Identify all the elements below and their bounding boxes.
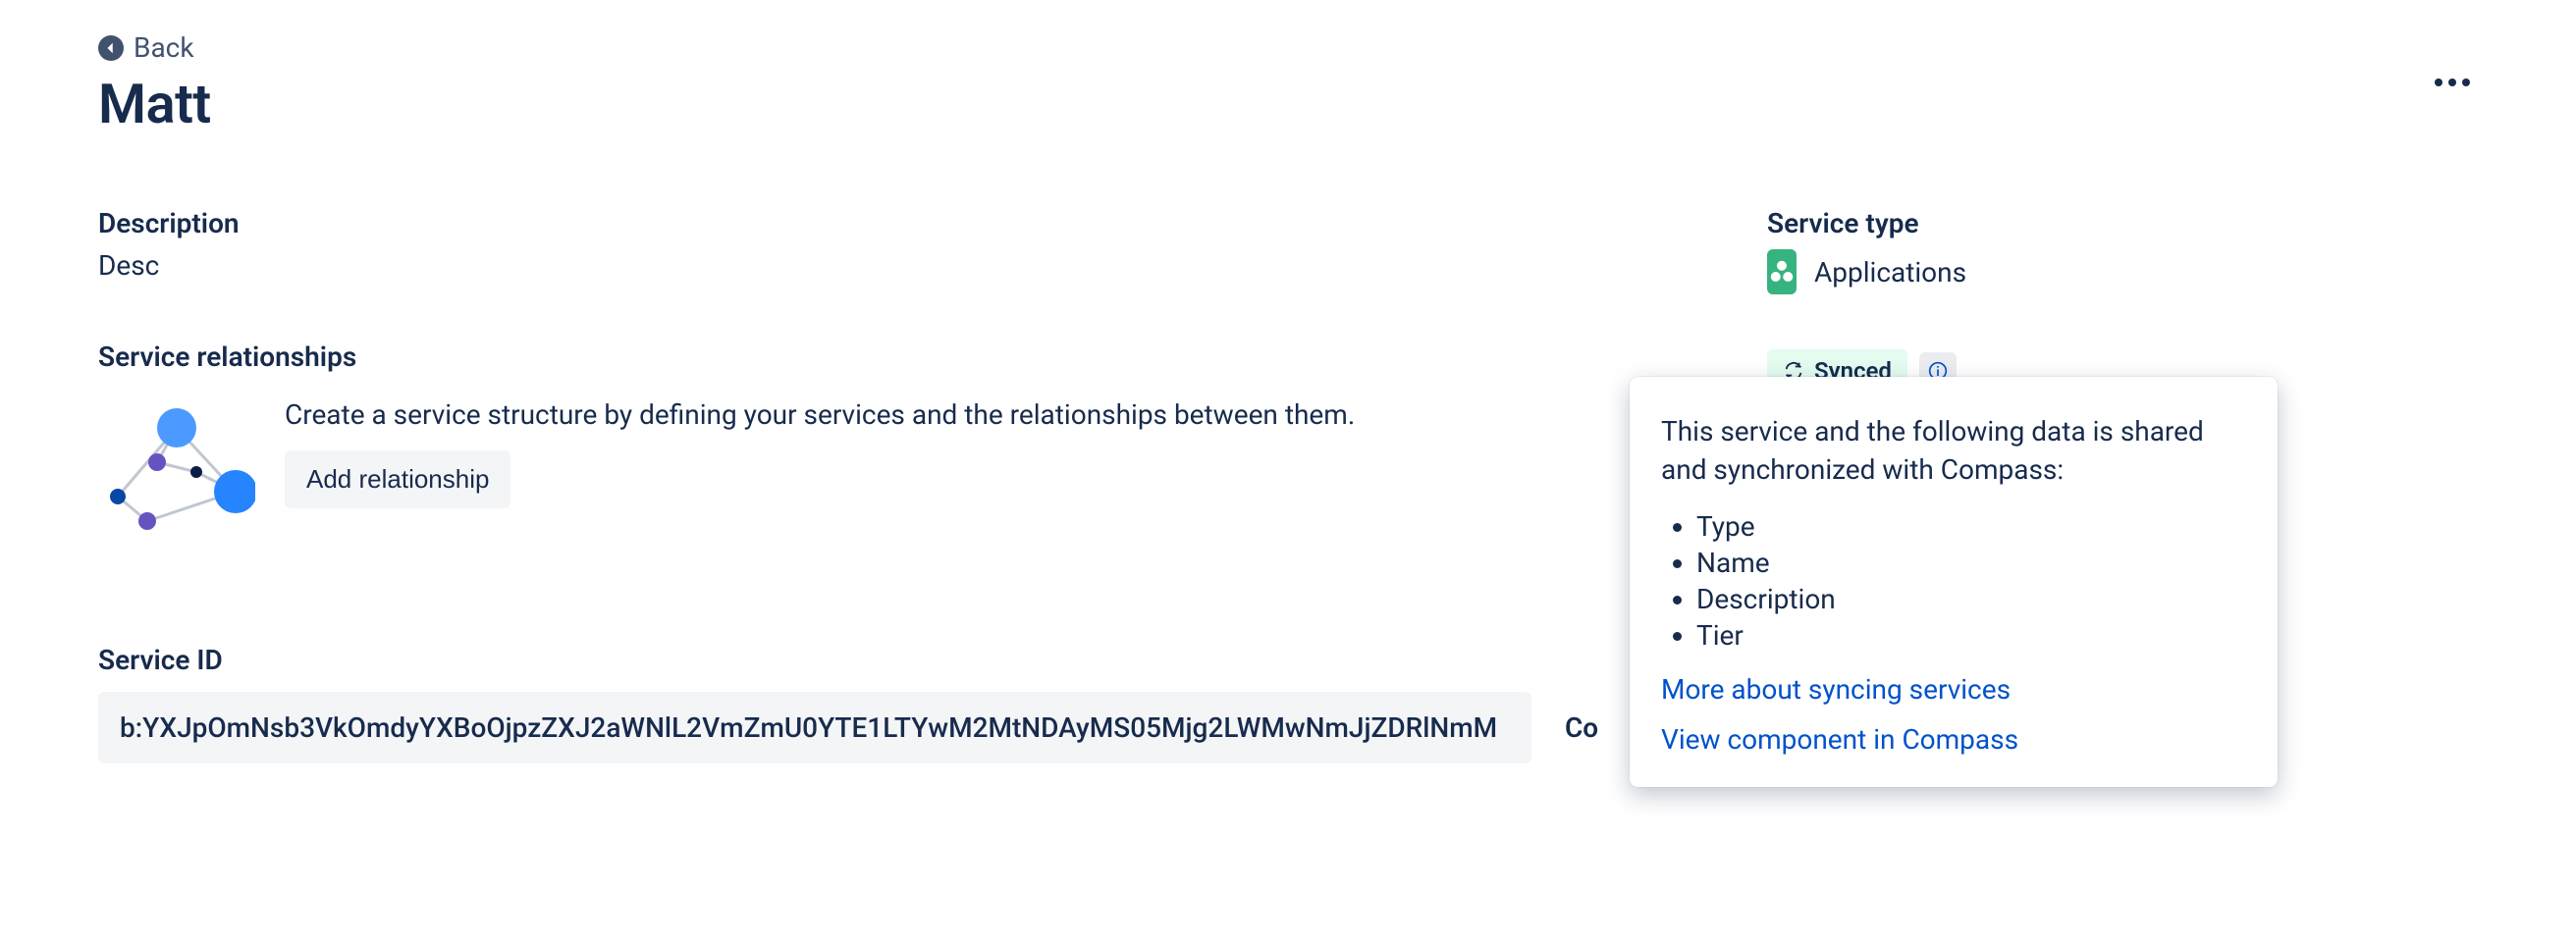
service-id-section: Service ID b:YXJpOmNsb3VkOmdyYXBoOjpzZXJ…: [98, 644, 1767, 763]
more-actions-button[interactable]: [2427, 71, 2478, 94]
back-link[interactable]: Back: [98, 31, 211, 64]
applications-icon: [1767, 249, 1797, 294]
service-relationships-help-text: Create a service structure by defining y…: [285, 398, 1355, 431]
copy-service-id-button[interactable]: Co: [1555, 692, 1608, 763]
service-type-value: Applications: [1814, 256, 1966, 289]
page-title: Matt: [98, 72, 211, 136]
popover-list-item: Type: [1696, 510, 2246, 543]
description-value: Desc: [98, 249, 1767, 282]
dot-icon: [2435, 79, 2442, 86]
description-label: Description: [98, 207, 1767, 239]
service-id-label: Service ID: [98, 644, 1767, 676]
service-relationships-label: Service relationships: [98, 341, 1767, 373]
view-in-compass-link[interactable]: View component in Compass: [1661, 723, 2246, 756]
dot-icon: [2462, 79, 2470, 86]
service-relationships-section: Service relationships: [98, 341, 1767, 536]
dot-icon: [2448, 79, 2456, 86]
sync-info-popover: This service and the following data is s…: [1630, 377, 2278, 787]
add-relationship-button[interactable]: Add relationship: [285, 450, 510, 508]
more-about-syncing-link[interactable]: More about syncing services: [1661, 673, 2246, 706]
popover-list-item: Name: [1696, 547, 2246, 579]
service-type-row: Applications: [1767, 249, 1963, 294]
back-label: Back: [134, 31, 194, 64]
description-section: Description Desc: [98, 207, 1767, 282]
relationship-graph-illustration: [98, 398, 255, 536]
back-arrow-icon: [98, 35, 124, 61]
popover-list-item: Tier: [1696, 619, 2246, 652]
popover-list-item: Description: [1696, 583, 2246, 615]
service-type-label: Service type: [1767, 207, 1963, 239]
service-id-value[interactable]: b:YXJpOmNsb3VkOmdyYXBoOjpzZXJ2aWNlL2VmZm…: [98, 692, 1531, 763]
popover-intro: This service and the following data is s…: [1661, 412, 2246, 489]
popover-list: Type Name Description Tier: [1696, 510, 2246, 652]
